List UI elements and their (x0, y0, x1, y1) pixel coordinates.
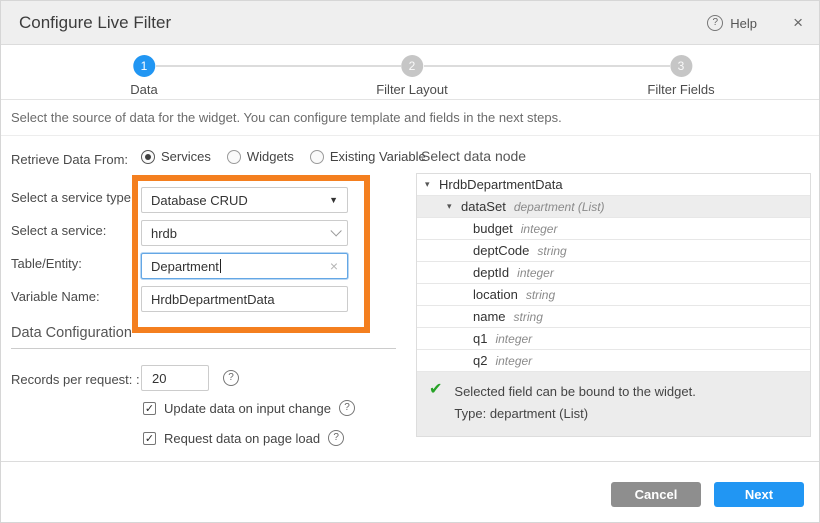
step-circle-3: 3 (670, 55, 692, 77)
help-button[interactable]: ? Help (707, 1, 757, 45)
table-entity-input[interactable]: Department × (141, 253, 348, 279)
step-data[interactable]: 1 Data (130, 55, 157, 97)
tree-node-name[interactable]: name string (417, 306, 810, 328)
radio-existing-variable[interactable]: Existing Variable (310, 149, 426, 164)
update-on-input-change-help-icon[interactable]: ? (339, 400, 355, 416)
service-type-select[interactable]: Database CRUD ▼ (141, 187, 348, 213)
request-on-page-load-help-icon[interactable]: ? (328, 430, 344, 446)
chevron-down-icon (330, 225, 341, 236)
variable-name-label: Variable Name: (11, 289, 100, 304)
data-node-tree: ▾ HrdbDepartmentData ▾ dataSet departmen… (416, 173, 811, 437)
stepper-connector (156, 65, 401, 67)
variable-name-value: HrdbDepartmentData (151, 292, 338, 307)
tree-node-label: location (473, 287, 518, 302)
help-icon: ? (707, 15, 723, 31)
radio-services-control[interactable] (141, 150, 155, 164)
tree-node-root[interactable]: ▾ HrdbDepartmentData (417, 174, 810, 196)
tree-node-type: integer (521, 222, 558, 236)
tree-node-dataset[interactable]: ▾ dataSet department (List) (417, 196, 810, 218)
tree-node-label: deptCode (473, 243, 529, 258)
tree-node-type: string (537, 244, 566, 258)
records-per-request-input[interactable]: 20 (141, 365, 209, 391)
success-check-icon: ✔ (429, 381, 442, 425)
table-entity-label: Table/Entity: (11, 256, 82, 271)
service-label: Select a service: (11, 223, 106, 238)
radio-widgets-control[interactable] (227, 150, 241, 164)
dropdown-arrow-icon: ▼ (329, 195, 338, 205)
service-type-value: Database CRUD (151, 193, 329, 208)
radio-services-label: Services (161, 149, 211, 164)
service-type-label: Select a service type: (11, 190, 135, 205)
step-filter-fields[interactable]: 3 Filter Fields (647, 55, 714, 97)
step-filter-layout[interactable]: 2 Filter Layout (376, 55, 448, 97)
step-label-3: Filter Fields (647, 82, 714, 97)
tree-node-type: integer (495, 354, 532, 368)
radio-existing-variable-label: Existing Variable (330, 149, 426, 164)
tree-node-budget[interactable]: budget integer (417, 218, 810, 240)
step-description: Select the source of data for the widget… (1, 100, 819, 136)
radio-widgets-label: Widgets (247, 149, 294, 164)
step-label-2: Filter Layout (376, 82, 448, 97)
service-select[interactable]: hrdb (141, 220, 348, 246)
update-on-input-change-label: Update data on input change (164, 401, 331, 416)
tree-node-deptcode[interactable]: deptCode string (417, 240, 810, 262)
footer-divider (1, 461, 819, 462)
dialog-titlebar: Configure Live Filter ? Help × (1, 1, 819, 45)
records-help-icon[interactable]: ? (223, 370, 239, 386)
binding-status-message: ✔ Selected field can be bound to the wid… (417, 372, 810, 436)
update-on-input-change-row: ✓ Update data on input change ? (143, 400, 355, 416)
tree-node-label: q2 (473, 353, 487, 368)
retrieve-data-from-label: Retrieve Data From: (11, 152, 128, 167)
tree-node-label: budget (473, 221, 513, 236)
tree-node-label: q1 (473, 331, 487, 346)
caret-down-icon[interactable]: ▾ (425, 179, 439, 190)
records-per-request-label: Records per request: : (11, 372, 140, 387)
cancel-button[interactable]: Cancel (611, 482, 701, 507)
service-value: hrdb (151, 226, 330, 241)
close-icon[interactable]: × (793, 1, 803, 45)
tree-node-type: integer (517, 266, 554, 280)
text-caret (220, 259, 221, 273)
tree-node-label: dataSet (461, 199, 506, 214)
step-circle-1: 1 (133, 55, 155, 77)
tree-node-location[interactable]: location string (417, 284, 810, 306)
caret-down-icon[interactable]: ▾ (447, 201, 461, 212)
tree-node-type: string (526, 288, 555, 302)
tree-node-label: name (473, 309, 506, 324)
binding-message-line1: Selected field can be bound to the widge… (454, 381, 695, 403)
radio-existing-variable-control[interactable] (310, 150, 324, 164)
variable-name-input[interactable]: HrdbDepartmentData (141, 286, 348, 312)
tree-node-type: integer (495, 332, 532, 346)
dialog-title: Configure Live Filter (19, 1, 171, 45)
binding-message-line2: Type: department (List) (454, 403, 695, 425)
select-data-node-title: Select data node (421, 148, 526, 164)
tree-node-q1[interactable]: q1 integer (417, 328, 810, 350)
table-entity-value: Department (151, 259, 219, 274)
radio-widgets[interactable]: Widgets (227, 149, 294, 164)
update-on-input-change-checkbox[interactable]: ✓ (143, 402, 156, 415)
stepper-connector (424, 65, 670, 67)
section-divider (11, 348, 396, 349)
configure-live-filter-dialog: Configure Live Filter ? Help × 1 Data 2 … (0, 0, 820, 523)
records-per-request-value: 20 (152, 371, 166, 386)
tree-node-deptid[interactable]: deptId integer (417, 262, 810, 284)
tree-node-type: string (514, 310, 543, 324)
tree-node-q2[interactable]: q2 integer (417, 350, 810, 372)
retrieve-source-radio-group: Services Widgets Existing Variable (141, 149, 426, 164)
request-on-page-load-checkbox[interactable]: ✓ (143, 432, 156, 445)
step-circle-2: 2 (401, 55, 423, 77)
clear-icon[interactable]: × (330, 258, 338, 274)
tree-node-label: HrdbDepartmentData (439, 177, 563, 192)
wizard-stepper: 1 Data 2 Filter Layout 3 Filter Fields (1, 45, 819, 100)
request-on-page-load-row: ✓ Request data on page load ? (143, 430, 344, 446)
tree-node-label: deptId (473, 265, 509, 280)
tree-node-type: department (List) (514, 200, 605, 214)
help-label: Help (730, 16, 757, 31)
next-button[interactable]: Next (714, 482, 804, 507)
request-on-page-load-label: Request data on page load (164, 431, 320, 446)
data-configuration-title: Data Configuration (11, 325, 132, 341)
radio-services[interactable]: Services (141, 149, 211, 164)
step-label-1: Data (130, 82, 157, 97)
